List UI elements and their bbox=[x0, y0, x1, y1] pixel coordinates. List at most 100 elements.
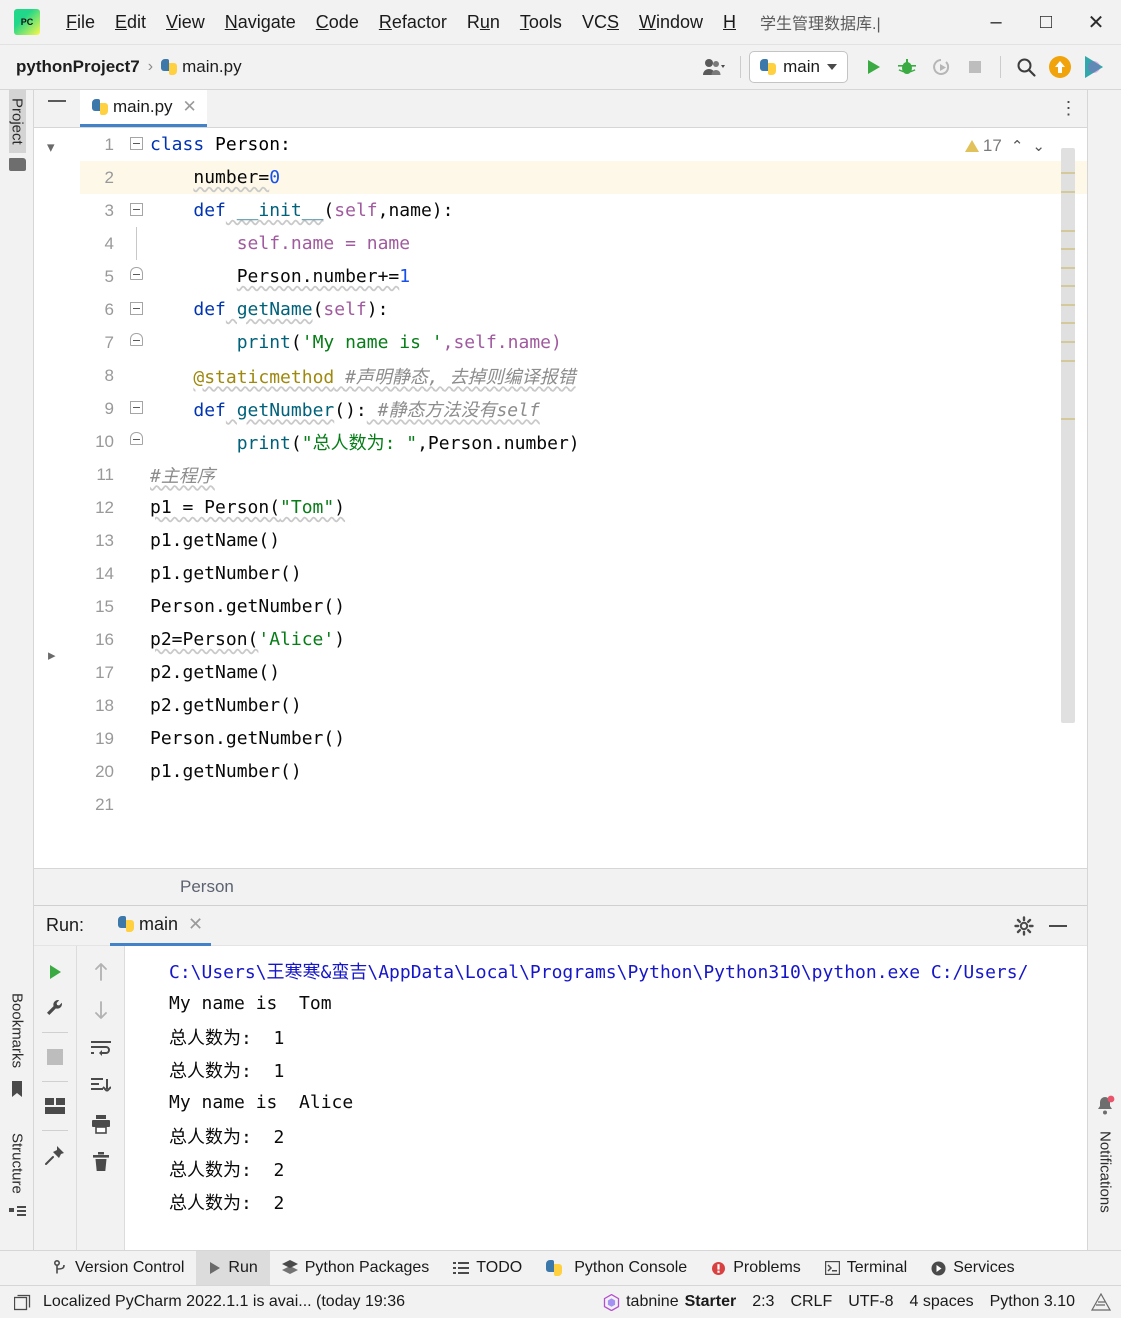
code-line: 8 @staticmethod #声明静态, 去掉则编译报错 bbox=[80, 359, 1087, 392]
scrollbar-thumb[interactable] bbox=[1061, 148, 1075, 723]
bottom-tab-todo[interactable]: TODO bbox=[441, 1251, 534, 1286]
minimize-icon[interactable] bbox=[1041, 909, 1075, 943]
menu-vcs[interactable]: VCS bbox=[572, 9, 629, 36]
soft-wrap-icon[interactable] bbox=[85, 1032, 117, 1064]
code-line: 11 #主程序 bbox=[80, 458, 1087, 491]
editor-breadcrumb[interactable]: Person bbox=[34, 868, 1087, 905]
python-interpreter[interactable]: Python 3.10 bbox=[990, 1293, 1075, 1311]
breadcrumb-separator: › bbox=[147, 58, 154, 75]
menu-edit[interactable]: Edit bbox=[105, 9, 156, 36]
rerun-icon[interactable] bbox=[39, 956, 71, 988]
toolbar-divider bbox=[42, 1032, 68, 1033]
bottom-tab-python-packages[interactable]: Python Packages bbox=[270, 1251, 442, 1286]
bottom-tab-run[interactable]: Run bbox=[196, 1250, 270, 1286]
menu-help[interactable]: H bbox=[713, 9, 746, 36]
minimize-button[interactable]: – bbox=[971, 0, 1021, 45]
up-arrow-icon[interactable] bbox=[85, 956, 117, 988]
run-panel-header-actions bbox=[1007, 909, 1087, 943]
fold-gutter[interactable] bbox=[124, 293, 150, 326]
fold-gutter[interactable] bbox=[124, 260, 150, 293]
plugin-icon[interactable] bbox=[1077, 50, 1111, 84]
run-tab-main[interactable]: main ✕ bbox=[110, 906, 212, 946]
code-line: 18 p2.getNumber() bbox=[80, 689, 1087, 722]
fold-gutter bbox=[124, 458, 150, 491]
line-number: 16 bbox=[95, 629, 114, 649]
menu-run[interactable]: Run bbox=[457, 9, 510, 36]
prev-problem-icon[interactable]: ⌃ bbox=[1011, 137, 1024, 155]
editor-more-actions-icon[interactable]: ⋮ bbox=[1051, 90, 1087, 127]
menu-navigate[interactable]: Navigate bbox=[215, 9, 306, 36]
console-output[interactable]: C:\Users\王寒寒&蛮吉\AppData\Local\Programs\P… bbox=[124, 946, 1087, 1251]
line-number: 7 bbox=[104, 332, 114, 352]
python-file-icon bbox=[92, 99, 108, 115]
scroll-to-end-icon[interactable] bbox=[85, 1070, 117, 1102]
breadcrumb-file[interactable]: main.py bbox=[161, 57, 242, 77]
console-line: My name is Tom bbox=[169, 993, 332, 1014]
bottom-tab-terminal[interactable]: Terminal bbox=[813, 1251, 919, 1286]
pin-icon[interactable] bbox=[39, 1139, 71, 1171]
token-rest: ): bbox=[366, 299, 389, 320]
close-icon[interactable]: ✕ bbox=[183, 97, 197, 117]
expand-right-icon[interactable]: ▸ bbox=[48, 646, 56, 664]
trash-icon[interactable] bbox=[85, 1146, 117, 1178]
sidebar-item-project[interactable]: Project bbox=[8, 90, 26, 153]
fold-gutter bbox=[124, 788, 150, 821]
next-problem-icon[interactable]: ⌄ bbox=[1032, 137, 1045, 155]
menu-code[interactable]: Code bbox=[306, 9, 369, 36]
line-number: 3 bbox=[104, 200, 114, 220]
indent-setting[interactable]: 4 spaces bbox=[910, 1293, 974, 1311]
line-separator[interactable]: CRLF bbox=[790, 1293, 832, 1311]
menu-file[interactable]: File bbox=[56, 9, 105, 36]
code-line: 4 self.name = name bbox=[80, 227, 1087, 260]
update-icon[interactable] bbox=[1043, 50, 1077, 84]
run-tool-window: Run: main ✕ C:\Users\王寒寒&蛮吉\AppData\Loca… bbox=[34, 905, 1087, 1251]
down-arrow-icon[interactable] bbox=[85, 994, 117, 1026]
bottom-tab-python-console[interactable]: Python Console bbox=[534, 1251, 699, 1286]
close-icon[interactable]: ✕ bbox=[188, 914, 203, 935]
print-icon[interactable] bbox=[85, 1108, 117, 1140]
fold-gutter bbox=[124, 590, 150, 623]
tab-main-py[interactable]: main.py ✕ bbox=[80, 90, 207, 127]
search-icon[interactable] bbox=[1009, 50, 1043, 84]
file-encoding[interactable]: UTF-8 bbox=[848, 1293, 893, 1311]
hide-panel-button[interactable] bbox=[34, 90, 80, 127]
run-configuration-selector[interactable]: main bbox=[749, 51, 848, 83]
caret-position[interactable]: 2:3 bbox=[752, 1293, 774, 1311]
code-line: 19 Person.getNumber() bbox=[80, 722, 1087, 755]
accessibility-icon[interactable] bbox=[1091, 1293, 1111, 1311]
stop-icon bbox=[958, 50, 992, 84]
editor-scrollbar[interactable] bbox=[1061, 128, 1075, 868]
fold-gutter[interactable] bbox=[124, 425, 150, 458]
wrench-icon[interactable] bbox=[39, 992, 71, 1024]
breadcrumb-project[interactable]: pythonProject7 bbox=[16, 57, 140, 77]
tabnine-widget[interactable]: tabnine Starter bbox=[603, 1293, 736, 1311]
close-button[interactable]: ✕ bbox=[1071, 0, 1121, 45]
run-icon[interactable] bbox=[856, 50, 890, 84]
fold-gutter[interactable] bbox=[124, 128, 150, 161]
bottom-tab-services[interactable]: Services bbox=[919, 1251, 1026, 1286]
fold-gutter[interactable] bbox=[124, 326, 150, 359]
debug-icon[interactable] bbox=[890, 50, 924, 84]
menu-refactor[interactable]: Refactor bbox=[369, 9, 457, 36]
sidebar-item-structure[interactable]: Structure bbox=[9, 1125, 26, 1202]
gear-icon[interactable] bbox=[1007, 909, 1041, 943]
code-line-text: #主程序 bbox=[150, 462, 215, 488]
notification-bell-icon bbox=[1098, 1095, 1115, 1115]
user-avatar-icon[interactable] bbox=[698, 50, 732, 84]
sidebar-item-notifications[interactable]: Notifications bbox=[1097, 1123, 1114, 1221]
menu-view[interactable]: View bbox=[156, 9, 215, 36]
menu-window[interactable]: Window bbox=[629, 9, 713, 36]
bottom-tab-version-control[interactable]: Version Control bbox=[42, 1251, 196, 1286]
layout-icon[interactable] bbox=[39, 1090, 71, 1122]
notification-box-icon[interactable] bbox=[14, 1294, 31, 1311]
code-editor[interactable]: 17 ⌃ ⌄ 1 class Person: 2 number=0 3 def … bbox=[80, 128, 1087, 868]
fold-gutter[interactable] bbox=[124, 392, 150, 425]
status-message[interactable]: Localized PyCharm 2022.1.1 is avai... (t… bbox=[43, 1293, 405, 1311]
bottom-tab-problems[interactable]: Problems bbox=[699, 1251, 813, 1286]
maximize-button[interactable]: □ bbox=[1021, 0, 1071, 45]
menu-tools[interactable]: Tools bbox=[510, 9, 572, 36]
collapse-down-icon[interactable]: ▾ bbox=[47, 138, 55, 156]
fold-gutter[interactable] bbox=[124, 194, 150, 227]
inspection-widget[interactable]: 17 ⌃ ⌄ bbox=[964, 136, 1045, 156]
sidebar-item-bookmarks[interactable]: Bookmarks bbox=[9, 985, 26, 1076]
